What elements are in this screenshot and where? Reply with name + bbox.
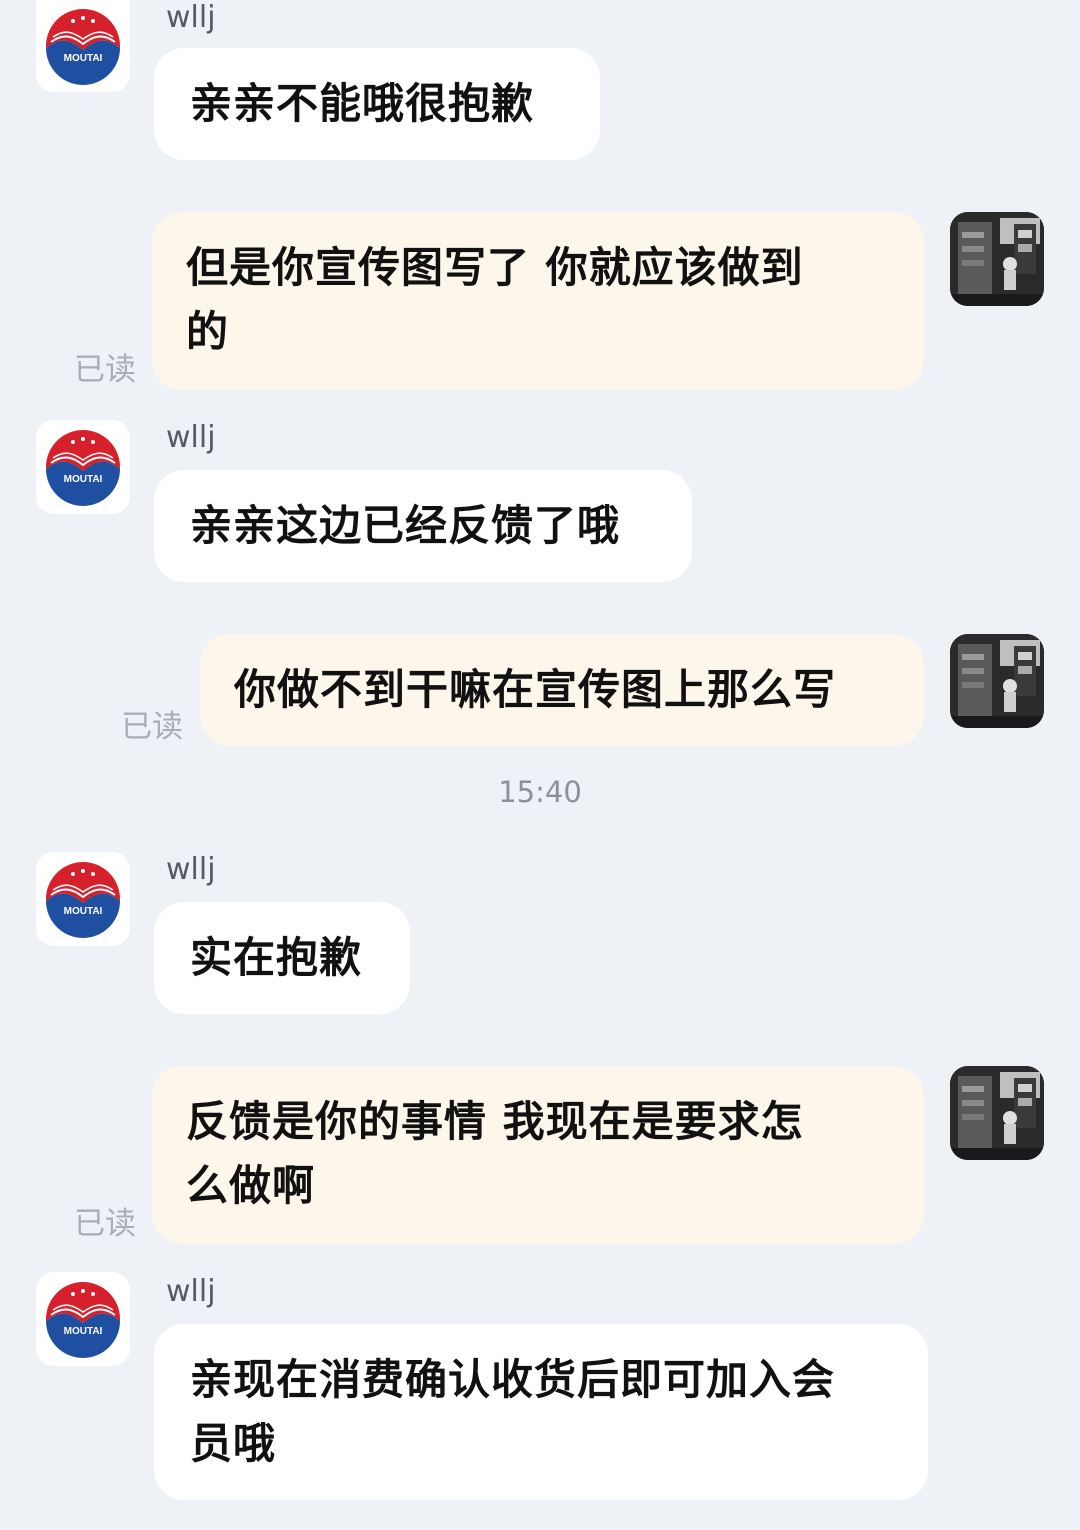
message-bubble-outgoing[interactable]: 你做不到干嘛在宣传图上那么写 — [200, 634, 924, 746]
message-bubble-incoming[interactable]: 亲亲不能哦很抱歉 — [154, 48, 600, 160]
user-photo-avatar — [950, 1066, 1044, 1160]
message-bubble-incoming[interactable]: 实在抱歉 — [154, 902, 410, 1014]
sender-name: wllj — [166, 1274, 216, 1309]
contact-avatar[interactable] — [36, 1272, 130, 1366]
read-status: 已读 — [74, 1206, 136, 1242]
sender-name: wllj — [166, 0, 216, 35]
moutai-logo-icon — [45, 1281, 121, 1359]
message-text-line: 的 — [186, 307, 230, 356]
message-bubble-incoming[interactable]: 亲现在消费确认收货后即可加入会 员哦 — [154, 1324, 928, 1500]
message-text-line: 员哦 — [190, 1419, 277, 1468]
read-status: 已读 — [121, 709, 183, 745]
message-text-line: 么做啊 — [186, 1161, 316, 1210]
read-status: 已读 — [74, 352, 136, 388]
message-bubble-outgoing[interactable]: 反馈是你的事情 我现在是要求怎 么做啊 — [152, 1066, 924, 1244]
message-text: 你做不到干嘛在宣传图上那么写 — [234, 665, 837, 714]
contact-avatar[interactable] — [36, 420, 130, 514]
user-photo-avatar — [950, 634, 1044, 728]
message-text: 实在抱歉 — [190, 933, 363, 982]
moutai-logo-icon — [45, 861, 121, 939]
message-bubble-outgoing[interactable]: 但是你宣传图写了 你就应该做到 的 — [152, 212, 924, 390]
moutai-logo-icon — [45, 429, 121, 507]
message-text: 亲亲这边已经反馈了哦 — [190, 501, 621, 550]
contact-avatar[interactable] — [36, 0, 130, 92]
message-text-line: 亲现在消费确认收货后即可加入会 — [190, 1355, 836, 1404]
message-text-line: 反馈是你的事情 我现在是要求怎 — [186, 1097, 804, 1146]
sender-name: wllj — [166, 852, 216, 887]
my-avatar[interactable] — [950, 1066, 1044, 1160]
my-avatar[interactable] — [950, 212, 1044, 306]
time-divider: 15:40 — [498, 775, 582, 809]
sender-name: wllj — [166, 420, 216, 455]
message-text: 亲亲不能哦很抱歉 — [190, 79, 535, 128]
message-bubble-incoming[interactable]: 亲亲这边已经反馈了哦 — [154, 470, 692, 582]
user-photo-avatar — [950, 212, 1044, 306]
message-text-line: 但是你宣传图写了 你就应该做到 — [186, 243, 804, 292]
moutai-logo-icon — [45, 8, 121, 86]
my-avatar[interactable] — [950, 634, 1044, 728]
contact-avatar[interactable] — [36, 852, 130, 946]
